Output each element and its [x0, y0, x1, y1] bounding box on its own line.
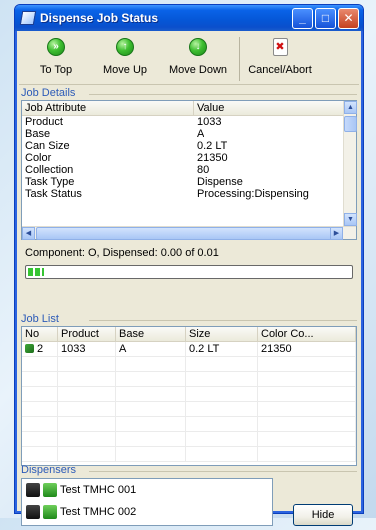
table-row — [22, 417, 356, 432]
value-cell: 1033 — [197, 116, 222, 128]
scroll-right-icon[interactable]: ▶ — [330, 227, 343, 240]
value-cell: Dispense — [197, 176, 243, 188]
attribute-cell: Task Type — [25, 176, 75, 188]
table-row[interactable]: Task Status Processing:Dispensing — [22, 188, 356, 200]
table-row[interactable]: 2 1033 A 0.2 LT 21350 — [22, 342, 356, 357]
table-row[interactable]: Base A — [22, 128, 356, 140]
dispensers-section: Dispensers Test TMHC 001 Test TMHC 002 H… — [19, 464, 359, 530]
double-chevron-up-icon: » — [47, 38, 65, 56]
scroll-thumb[interactable] — [344, 116, 357, 132]
horizontal-scrollbar[interactable]: ◀ ▶ — [22, 226, 356, 240]
column-header-size[interactable]: Size — [186, 327, 258, 341]
table-row — [22, 402, 356, 417]
column-header-attribute[interactable]: Job Attribute — [22, 101, 194, 115]
value-cell: Processing:Dispensing — [197, 188, 309, 200]
job-details-section: Job Details Job Attribute Value Product 1… — [19, 87, 359, 279]
app-icon — [19, 11, 37, 25]
job-no-cell: 2 — [22, 342, 58, 356]
table-row — [22, 372, 356, 387]
scroll-up-icon[interactable]: ▲ — [344, 101, 357, 114]
close-button[interactable]: ✕ — [338, 7, 359, 29]
horizontal-scroll-thumb[interactable] — [36, 227, 336, 240]
scroll-down-icon[interactable]: ▼ — [344, 213, 357, 226]
attribute-cell: Can Size — [25, 140, 70, 152]
table-row — [22, 447, 356, 462]
toolbar: » To Top ↑ Move Up ↓ Move Down ✖ Cancel/… — [19, 33, 359, 85]
dispense-progress-bar — [25, 265, 353, 279]
minimize-button[interactable]: _ — [292, 7, 313, 29]
job-list-header: No Product Base Size Color Co... — [22, 327, 356, 342]
dispenser-machine-icon — [26, 505, 40, 519]
column-header-base[interactable]: Base — [116, 327, 186, 341]
job-details-grid[interactable]: Job Attribute Value Product 1033 Base A Ca… — [21, 100, 357, 240]
scroll-left-icon[interactable]: ◀ — [22, 227, 35, 240]
dispensers-title: Dispensers — [21, 464, 359, 476]
vertical-scrollbar[interactable]: ▲ ▼ — [343, 101, 357, 226]
value-cell: 0.2 LT — [197, 140, 228, 152]
window-title: Dispense Job Status — [40, 11, 159, 25]
attribute-cell: Product — [25, 116, 63, 128]
color-code-cell: 21350 — [258, 342, 356, 356]
arrow-down-icon: ↓ — [189, 38, 207, 56]
dispenser-status-icon — [43, 483, 57, 497]
value-cell: 21350 — [197, 152, 228, 164]
job-list-section: Job List No Product Base Size Color Co..… — [19, 313, 359, 466]
dispensers-list[interactable]: Test TMHC 001 Test TMHC 002 — [21, 478, 273, 526]
table-row[interactable]: Task Type Dispense — [22, 176, 356, 188]
table-row[interactable]: Color 21350 — [22, 152, 356, 164]
move-up-label: Move Up — [102, 64, 148, 76]
table-row — [22, 357, 356, 372]
dispenser-status-icon — [43, 505, 57, 519]
job-list-title: Job List — [21, 313, 359, 325]
job-status-icon — [25, 344, 34, 353]
to-top-button[interactable]: » To Top — [19, 35, 93, 83]
job-details-header: Job Attribute Value — [22, 101, 356, 116]
column-header-product[interactable]: Product — [58, 327, 116, 341]
value-cell: 80 — [197, 164, 210, 176]
attribute-cell: Collection — [25, 164, 74, 176]
dispenser-item[interactable]: Test TMHC 002 — [22, 501, 272, 523]
move-up-button[interactable]: ↑ Move Up — [93, 35, 157, 83]
attribute-cell: Task Status — [25, 188, 82, 200]
job-details-title: Job Details — [21, 87, 359, 99]
dispense-status-text: Component: O, Dispensed: 0.00 of 0.01 — [25, 247, 219, 259]
table-row[interactable]: Collection 80 — [22, 164, 356, 176]
size-cell: 0.2 LT — [186, 342, 258, 356]
table-row — [22, 432, 356, 447]
dispenser-item[interactable]: Test TMHC 001 — [22, 479, 272, 501]
job-list-table[interactable]: No Product Base Size Color Co... 2 1033 … — [21, 326, 357, 466]
attribute-cell: Base — [25, 128, 51, 140]
dispenser-name: Test TMHC 002 — [60, 506, 137, 518]
dispense-job-status-window: Dispense Job Status _ □ ✕ » To Top ↑ Mov… — [14, 4, 364, 526]
arrow-up-icon: ↑ — [116, 38, 134, 56]
column-header-no[interactable]: No — [22, 327, 58, 341]
column-header-color-code[interactable]: Color Co... — [258, 327, 356, 341]
cancel-abort-label: Cancel/Abort — [248, 64, 312, 76]
cancel-abort-button[interactable]: ✖ Cancel/Abort — [240, 35, 320, 83]
cancel-document-icon: ✖ — [272, 38, 288, 56]
dispenser-machine-icon — [26, 483, 40, 497]
value-cell: A — [197, 128, 205, 140]
maximize-button[interactable]: □ — [315, 7, 336, 29]
table-row[interactable]: Can Size 0.2 LT — [22, 140, 356, 152]
table-row — [22, 387, 356, 402]
window-content: » To Top ↑ Move Up ↓ Move Down ✖ Cancel/… — [19, 33, 359, 526]
attribute-cell: Color — [25, 152, 52, 164]
base-cell: A — [116, 342, 186, 356]
dispenser-name: Test TMHC 001 — [60, 484, 137, 496]
progress-fill — [28, 268, 45, 276]
table-row[interactable]: Product 1033 — [22, 116, 356, 128]
title-bar[interactable]: Dispense Job Status _ □ ✕ — [15, 5, 363, 31]
product-cell: 1033 — [58, 342, 116, 356]
job-no-text: 2 — [37, 343, 44, 355]
move-down-button[interactable]: ↓ Move Down — [157, 35, 239, 83]
column-header-value[interactable]: Value — [194, 101, 356, 115]
hide-button[interactable]: Hide — [293, 504, 353, 526]
move-down-label: Move Down — [168, 64, 228, 76]
to-top-label: To Top — [39, 64, 73, 76]
